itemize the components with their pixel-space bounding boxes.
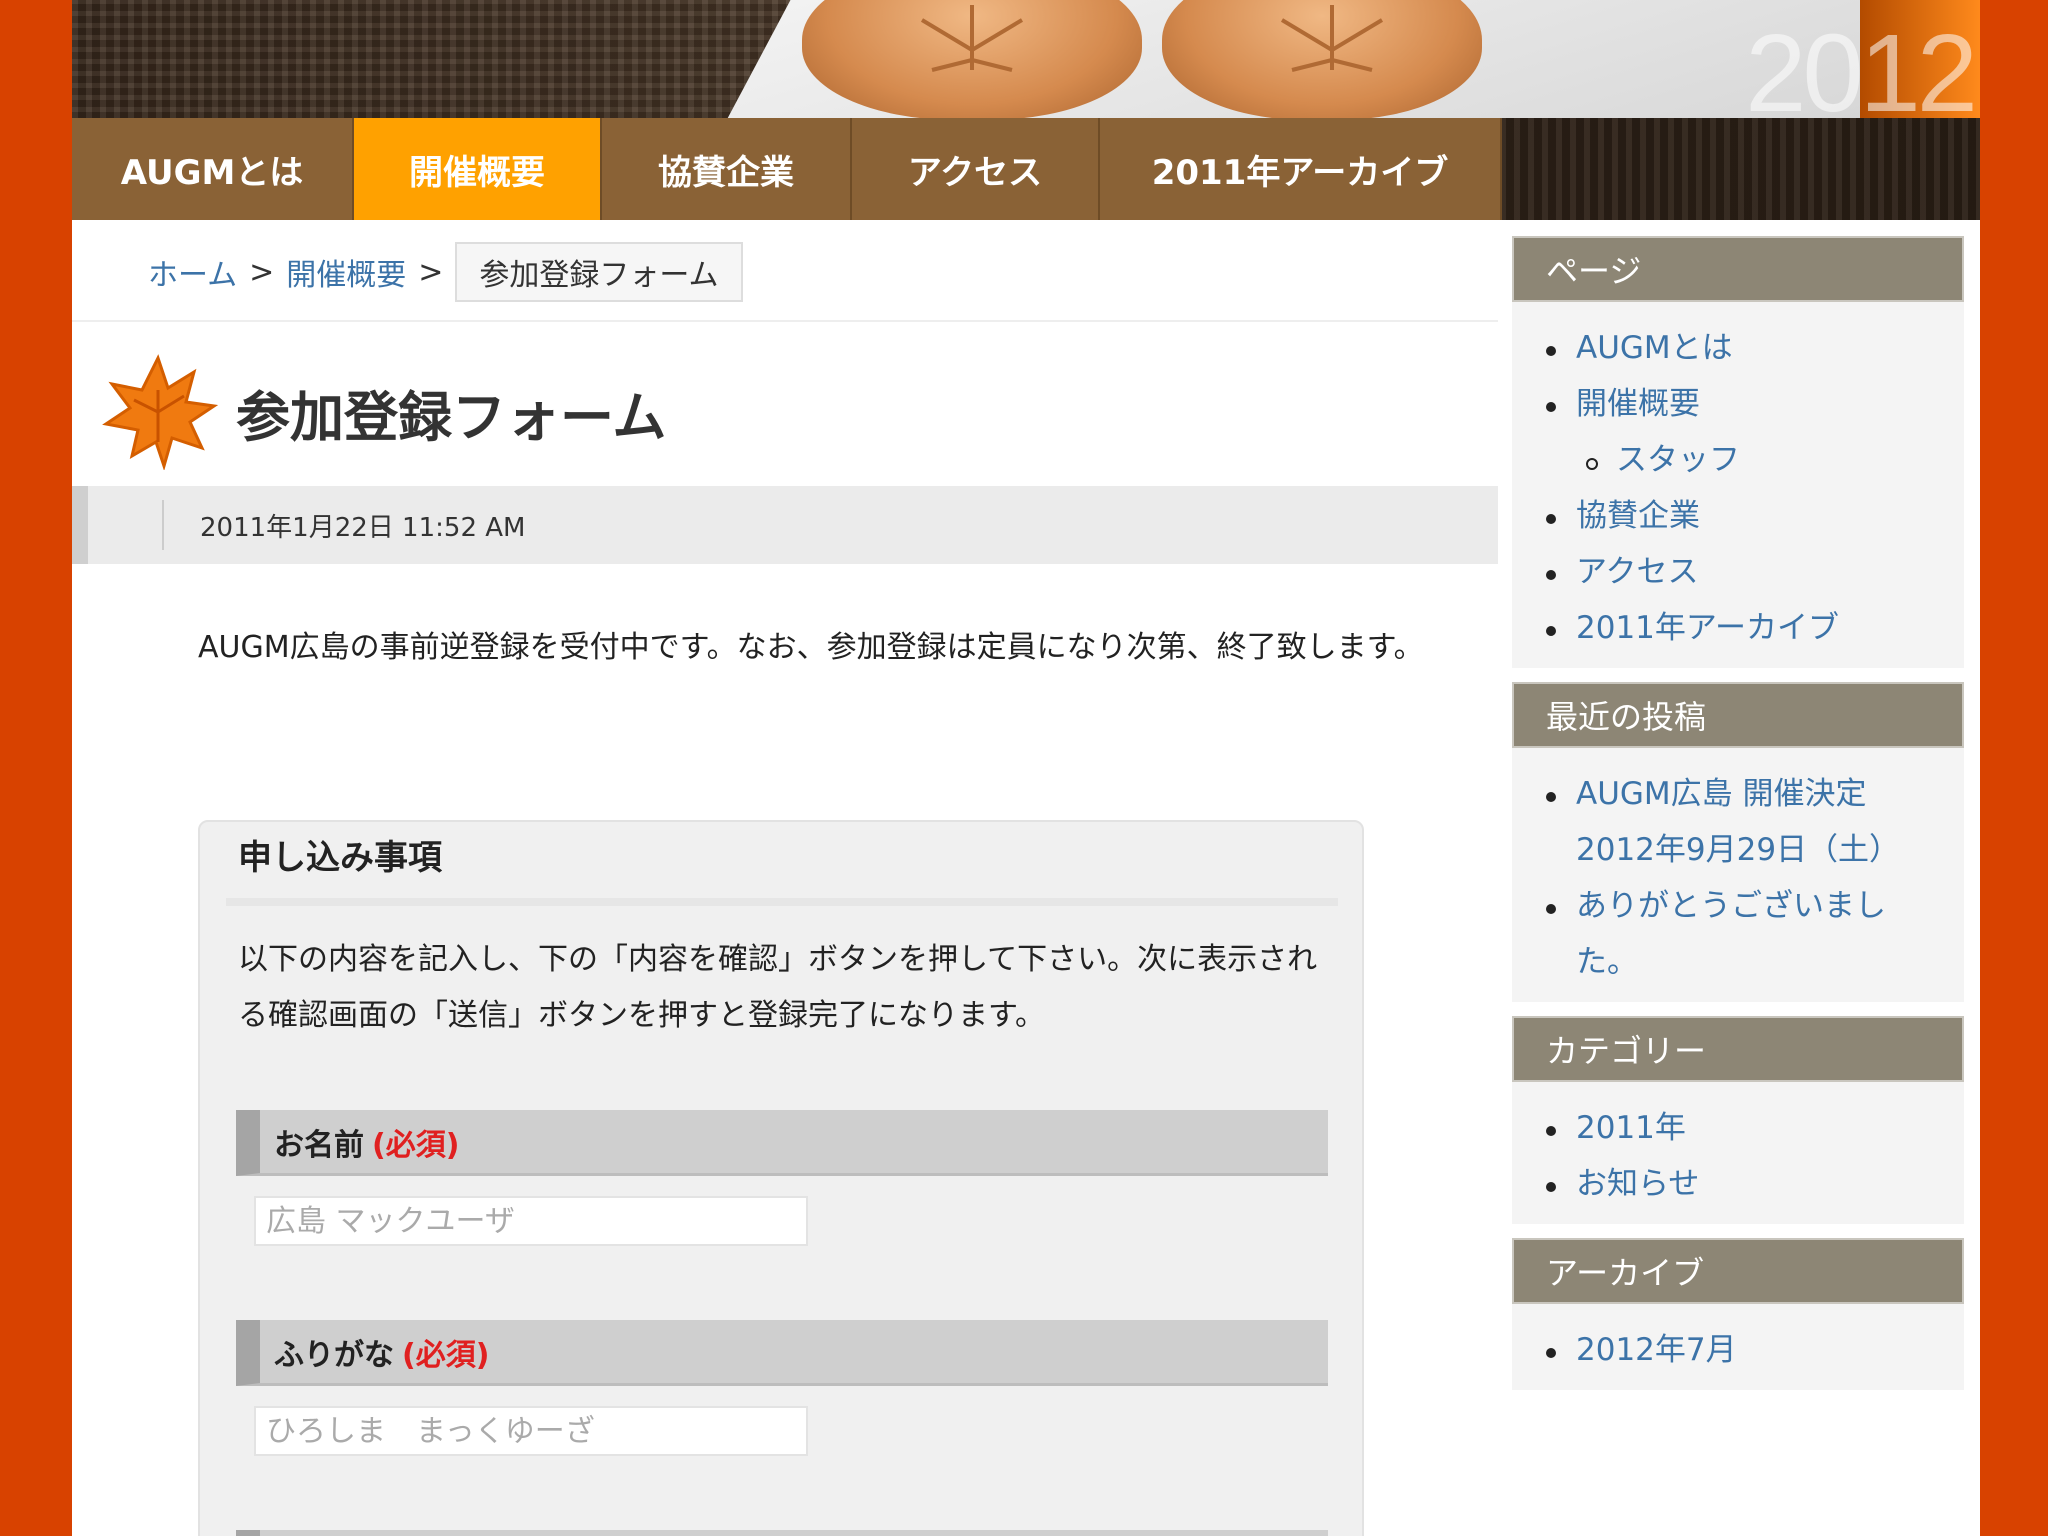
furigana-input[interactable] bbox=[254, 1406, 808, 1456]
furigana-field-label: ふりがな (必須) bbox=[236, 1320, 1328, 1386]
registration-form: 申し込み事項 以下の内容を記入し、下の「内容を確認」ボタンを押して下さい。次に表… bbox=[198, 820, 1364, 1536]
nav-item-archive-2011[interactable]: 2011年アーカイブ bbox=[1100, 118, 1502, 220]
breadcrumb-home-link[interactable]: ホーム bbox=[148, 250, 237, 294]
widget-title: ページ bbox=[1512, 236, 1964, 302]
widget-recent-posts: 最近の投稿 AUGM広島 開催決定 2012年9月29日（土） ありがとうござい… bbox=[1512, 682, 1964, 1002]
nav-item-access[interactable]: アクセス bbox=[852, 118, 1100, 220]
sidebar-link[interactable]: AUGMとは bbox=[1546, 320, 1964, 376]
sidebar-link[interactable]: 開催概要 bbox=[1546, 376, 1964, 432]
sidebar-link[interactable]: アクセス bbox=[1546, 544, 1964, 600]
furigana-label-text: ふりがな bbox=[274, 1337, 394, 1373]
post-date: 2011年1月22日 11:52 AM bbox=[162, 500, 525, 550]
widget-title: 最近の投稿 bbox=[1512, 682, 1964, 748]
form-intro-text: 以下の内容を記入し、下の「内容を確認」ボタンを押して下さい。次に表示される確認画… bbox=[238, 942, 1318, 1033]
breadcrumb: ホーム > 開催概要 > 参加登録フォーム bbox=[148, 242, 743, 302]
breadcrumb-separator: > bbox=[418, 254, 444, 290]
post-title-row: 参加登録フォーム bbox=[98, 350, 666, 474]
divider bbox=[72, 320, 1498, 322]
breadcrumb-separator: > bbox=[249, 254, 275, 290]
main-content: ホーム > 開催概要 > 参加登録フォーム 参加登録フォーム 2011年1月22… bbox=[72, 220, 1498, 1536]
widget-categories: カテゴリー 2011年 お知らせ bbox=[1512, 1016, 1964, 1224]
name-field-label: お名前 (必須) bbox=[236, 1110, 1328, 1176]
breadcrumb-current: 参加登録フォーム bbox=[455, 242, 743, 302]
required-marker: (必須) bbox=[402, 1337, 490, 1373]
name-input[interactable] bbox=[254, 1196, 808, 1246]
sidebar-link[interactable]: スタッフ bbox=[1586, 432, 1964, 488]
sidebar-link[interactable]: ありがとうございました。 bbox=[1546, 878, 1916, 990]
nav-item-overview[interactable]: 開催概要 bbox=[354, 118, 602, 220]
nav-item-sponsors[interactable]: 協賛企業 bbox=[602, 118, 852, 220]
breadcrumb-overview-link[interactable]: 開催概要 bbox=[286, 250, 406, 294]
post-meta-bar: 2011年1月22日 11:52 AM bbox=[72, 486, 1498, 564]
maple-leaf-icon bbox=[98, 350, 219, 474]
sidebar-link[interactable]: 2012年7月 bbox=[1546, 1322, 1964, 1378]
sidebar-link[interactable]: 協賛企業 bbox=[1546, 488, 1964, 544]
main-nav: AUGMとは 開催概要 協賛企業 アクセス 2011年アーカイブ bbox=[72, 118, 1502, 220]
sidebar: ページ AUGMとは 開催概要 スタッフ 協賛企業 アクセス 2011年アーカイ… bbox=[1512, 236, 1964, 1404]
sidebar-link[interactable]: AUGM広島 開催決定 2012年9月29日（土） bbox=[1546, 766, 1906, 878]
page-title: 参加登録フォーム bbox=[236, 385, 667, 449]
nav-item-about[interactable]: AUGMとは bbox=[72, 118, 354, 220]
sidebar-link[interactable]: 2011年アーカイブ bbox=[1546, 600, 1964, 656]
form-heading-rule bbox=[226, 898, 1338, 906]
sidebar-link[interactable]: お知らせ bbox=[1546, 1156, 1964, 1212]
widget-pages: ページ AUGMとは 開催概要 スタッフ 協賛企業 アクセス 2011年アーカイ… bbox=[1512, 236, 1964, 668]
widget-title: アーカイブ bbox=[1512, 1238, 1964, 1304]
widget-title: カテゴリー bbox=[1512, 1016, 1964, 1082]
widget-archives: アーカイブ 2012年7月 bbox=[1512, 1238, 1964, 1390]
post-lead-text: AUGM広島の事前逆登録を受付中です。なお、参加登録は定員になり次第、終了致しま… bbox=[198, 630, 1424, 665]
form-heading: 申し込み事項 bbox=[238, 838, 442, 878]
sidebar-link[interactable]: 2011年 bbox=[1546, 1100, 1964, 1156]
required-marker: (必須) bbox=[372, 1127, 460, 1163]
next-field-label bbox=[236, 1530, 1328, 1536]
page: 2012 AUGMとは 開催概要 協賛企業 アクセス 2011年アーカイブ ホー… bbox=[72, 0, 1980, 1536]
name-label-text: お名前 bbox=[274, 1127, 364, 1163]
